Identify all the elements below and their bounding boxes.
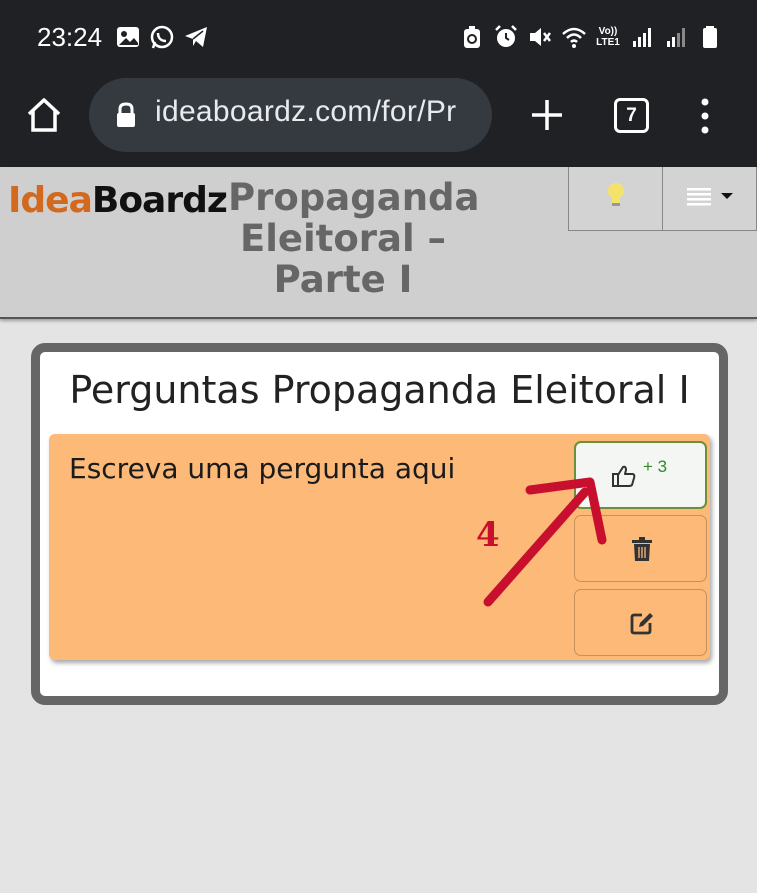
lightbulb-icon <box>605 181 627 209</box>
whatsapp-icon <box>149 24 175 50</box>
signal-icon <box>629 24 655 50</box>
url-bar[interactable]: ideaboardz.com/for/Pr <box>89 78 492 152</box>
trash-icon <box>630 536 654 562</box>
mute-icon <box>527 24 553 50</box>
wifi-icon <box>561 24 587 50</box>
image-icon <box>115 24 141 50</box>
volte-top-label: Vo)) <box>598 26 618 37</box>
lock-icon <box>115 102 137 128</box>
board-title: Propaganda Eleitoral – Parte I <box>228 176 480 301</box>
volte-icon: Vo)) LTE1 <box>595 26 621 48</box>
section-title[interactable]: Perguntas Propaganda Eleitoral I <box>40 368 719 412</box>
site-header: IdeaBoardz Propaganda Eleitoral – Parte … <box>0 167 757 319</box>
battery-icon <box>697 24 723 50</box>
more-options-icon[interactable] <box>695 96 715 136</box>
new-tab-icon[interactable] <box>528 96 566 134</box>
url-text[interactable]: ideaboardz.com/for/Pr <box>155 95 456 129</box>
idea-button[interactable] <box>568 167 663 231</box>
volte-bottom-label: LTE1 <box>596 37 620 48</box>
data-saver-icon <box>459 24 485 50</box>
board-section: Perguntas Propaganda Eleitoral I Escreva… <box>31 343 728 705</box>
ideaboardz-logo[interactable]: IdeaBoardz <box>8 180 228 221</box>
board-menu-button[interactable] <box>662 167 757 231</box>
alarm-icon <box>493 24 519 50</box>
hamburger-dropdown-icon <box>687 187 735 207</box>
annotation-number: 4 <box>476 515 500 555</box>
status-bar: 23:24 Vo)) LTE1 <box>0 0 757 78</box>
logo-boardz: Boardz <box>91 180 228 221</box>
home-icon[interactable] <box>24 95 64 135</box>
status-time: 23:24 <box>37 22 103 52</box>
tab-switcher-button[interactable]: 7 <box>614 98 649 133</box>
browser-toolbar: ideaboardz.com/for/Pr 7 <box>0 78 757 167</box>
like-count: + 3 <box>643 457 668 476</box>
edit-icon <box>630 610 654 636</box>
logo-idea: Idea <box>8 180 93 221</box>
telegram-icon <box>183 24 209 50</box>
signal-icon-2 <box>663 24 689 50</box>
sticky-note-text[interactable]: Escreva uma pergunta aqui <box>69 452 455 485</box>
